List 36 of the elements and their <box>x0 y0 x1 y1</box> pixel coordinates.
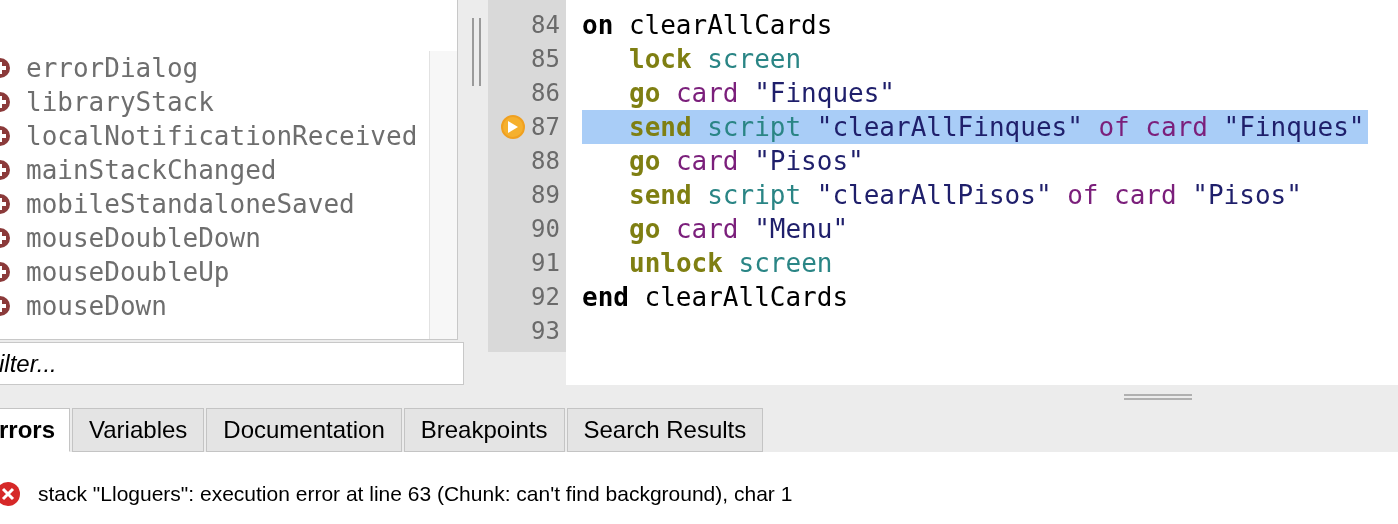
line-number: 91 <box>531 248 560 279</box>
handler-item[interactable]: mouseDown <box>26 289 167 323</box>
line-number: 87 <box>531 112 560 143</box>
scrollbar-track[interactable] <box>429 51 457 339</box>
code-line: send script "clearAllPisos" of card "Pisos" <box>628 178 1302 212</box>
handler-item[interactable]: mainStackChanged <box>26 153 277 187</box>
splitter-handle-icon[interactable] <box>1124 392 1192 401</box>
handler-item[interactable]: libraryStack <box>26 85 214 119</box>
line-number: 93 <box>531 316 560 347</box>
handler-item[interactable]: errorDialog <box>26 51 199 85</box>
code-line: end clearAllCards <box>582 280 849 314</box>
panel-tab[interactable]: Variables <box>72 408 205 452</box>
handler-item[interactable]: localNotificationReceived <box>26 119 418 153</box>
line-number: 88 <box>531 146 560 177</box>
splitter-handle-icon[interactable] <box>470 18 484 86</box>
code-line: go card "Finques" <box>628 76 895 110</box>
code-line: on clearAllCards <box>582 8 833 42</box>
panel-tab[interactable]: Documentation <box>206 408 402 452</box>
code-line: lock screen <box>628 42 802 76</box>
code-line: go card "Pisos" <box>628 144 864 178</box>
panel-tab[interactable]: rrors <box>0 408 71 452</box>
line-number: 84 <box>531 10 560 41</box>
line-number: 86 <box>531 78 560 109</box>
line-number: 85 <box>531 44 560 75</box>
error-message[interactable]: stack "Lloguers": execution error at line 63 (Chunk: can't find background), char 1 <box>38 478 793 510</box>
panel-tab[interactable]: Search Results <box>566 408 764 452</box>
code-line: unlock screen <box>628 246 833 280</box>
code-line: go card "Menu" <box>628 212 849 246</box>
handler-item[interactable]: mouseDoubleUp <box>26 255 230 289</box>
handler-item[interactable]: mobileStandaloneSaved <box>26 187 355 221</box>
panel-tab[interactable]: Breakpoints <box>403 408 565 452</box>
line-number: 89 <box>531 180 560 211</box>
filter-field[interactable]: ilter... <box>0 342 464 385</box>
line-number: 92 <box>531 282 560 313</box>
line-number: 90 <box>531 214 560 245</box>
handler-item[interactable]: mouseDoubleDown <box>26 221 261 255</box>
